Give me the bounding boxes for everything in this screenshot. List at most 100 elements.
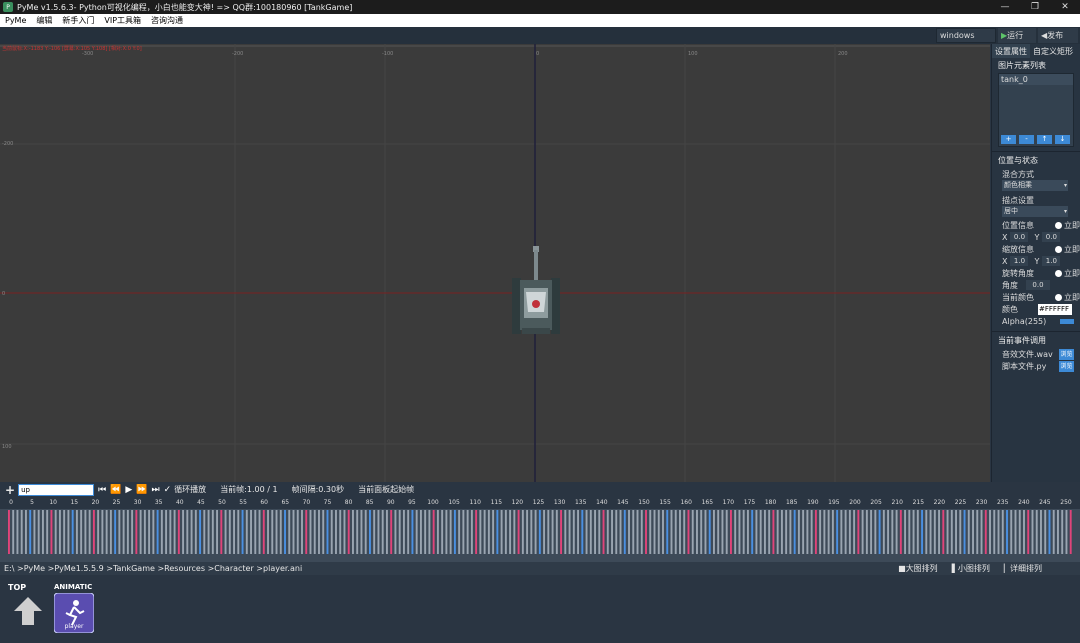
frame-cell[interactable] xyxy=(844,510,847,554)
frame-cell[interactable] xyxy=(725,510,728,554)
frame-cell[interactable] xyxy=(118,510,121,554)
frame-cell[interactable] xyxy=(92,510,95,554)
asset-player-animation[interactable]: ANIMATIC player xyxy=(54,581,94,633)
frame-cell[interactable] xyxy=(836,510,839,554)
frame-cell[interactable] xyxy=(1044,510,1047,554)
frame-cell[interactable] xyxy=(670,510,673,554)
pos-y-field[interactable]: 0.0 xyxy=(1042,232,1061,242)
frame-cell[interactable] xyxy=(802,510,805,554)
frame-cell[interactable] xyxy=(1014,510,1017,554)
frame-cell[interactable] xyxy=(819,510,822,554)
frame-cell[interactable] xyxy=(763,510,766,554)
scale-immediate-radio[interactable] xyxy=(1055,245,1062,253)
frame-cell[interactable] xyxy=(156,510,159,554)
color-immediate-radio[interactable] xyxy=(1055,293,1062,301)
frame-cell[interactable] xyxy=(1052,510,1055,554)
frame-cell[interactable] xyxy=(29,510,32,554)
frame-cell[interactable] xyxy=(411,510,414,554)
frame-cell[interactable] xyxy=(568,510,571,554)
frame-cell[interactable] xyxy=(959,510,962,554)
frame-cell[interactable] xyxy=(203,510,206,554)
frame-cell[interactable] xyxy=(925,510,928,554)
alpha-slider[interactable] xyxy=(1060,318,1074,324)
frame-cell[interactable] xyxy=(721,510,724,554)
tab-properties[interactable]: 设置属性 xyxy=(992,44,1030,58)
frame-cell[interactable] xyxy=(237,510,240,554)
frame-cell[interactable] xyxy=(165,510,168,554)
frame-cell[interactable] xyxy=(211,510,214,554)
frame-cell[interactable] xyxy=(143,510,146,554)
frame-cell[interactable] xyxy=(602,510,605,554)
run-button[interactable]: ▶运行 xyxy=(998,28,1036,43)
frame-cell[interactable] xyxy=(186,510,189,554)
breadcrumb-path[interactable]: E:\ >PyMe >PyMe1.5.5.9 >TankGame >Resour… xyxy=(0,564,302,573)
frame-cell[interactable] xyxy=(581,510,584,554)
frame-cell[interactable] xyxy=(492,510,495,554)
frame-cell[interactable] xyxy=(560,510,563,554)
frame-cell[interactable] xyxy=(262,510,265,554)
current-frame-cell[interactable] xyxy=(8,510,10,554)
frame-cell[interactable] xyxy=(989,510,991,554)
play-button[interactable]: ▶ xyxy=(125,485,132,495)
frame-cell[interactable] xyxy=(708,510,711,554)
panel-start-frame-label[interactable]: 当前面板起始帧 xyxy=(358,484,414,495)
frame-cell[interactable] xyxy=(309,510,312,554)
menu-pyme[interactable]: PyMe xyxy=(0,16,31,25)
list-item[interactable]: tank_0 xyxy=(999,74,1073,85)
close-button[interactable]: ✕ xyxy=(1050,0,1080,14)
frame-cell[interactable] xyxy=(504,510,507,554)
frame-cell[interactable] xyxy=(279,510,282,554)
timeline-frames[interactable]: 0 5 10 15 20 25 30 35 40 45 50 55 60 65 70 75 80 85 90 95 10… xyxy=(0,497,1080,562)
frame-cell[interactable] xyxy=(848,510,851,554)
tab-custom-rect[interactable]: 自定义矩形 xyxy=(1030,44,1076,58)
frame-cell[interactable] xyxy=(793,510,796,554)
frame-cell[interactable] xyxy=(513,510,516,554)
frame-cell[interactable] xyxy=(105,510,108,554)
frame-cell[interactable] xyxy=(131,510,134,554)
frame-cell[interactable] xyxy=(1040,510,1042,554)
frame-cell[interactable] xyxy=(938,510,941,554)
frame-cell[interactable] xyxy=(173,510,176,554)
frame-cell[interactable] xyxy=(470,510,473,554)
frame-cell[interactable] xyxy=(984,510,987,554)
frame-cell[interactable] xyxy=(126,510,129,554)
browse-script-button[interactable]: 浏览 xyxy=(1059,360,1074,372)
frame-cell[interactable] xyxy=(746,510,749,554)
move-down-button[interactable]: ↓ xyxy=(1055,135,1070,144)
frame-cell[interactable] xyxy=(538,510,541,554)
frame-cell[interactable] xyxy=(419,510,422,554)
frame-cell[interactable] xyxy=(385,510,388,554)
frame-cell[interactable] xyxy=(929,510,932,554)
frame-cell[interactable] xyxy=(458,510,461,554)
frame-cell[interactable] xyxy=(381,510,384,554)
menu-vip-tools[interactable]: VIP工具箱 xyxy=(99,15,146,26)
frame-cell[interactable] xyxy=(20,510,23,554)
frame-cell[interactable] xyxy=(734,510,737,554)
frame-cell[interactable] xyxy=(857,510,860,554)
frame-cell[interactable] xyxy=(717,510,720,554)
frame-cell[interactable] xyxy=(241,510,244,554)
move-up-button[interactable]: ↑ xyxy=(1037,135,1052,144)
frame-interval-label[interactable]: 帧间隔:0.30秒 xyxy=(292,484,345,495)
frame-cell[interactable] xyxy=(1048,510,1051,554)
frame-cell[interactable] xyxy=(135,510,138,554)
frame-cell[interactable] xyxy=(853,510,856,554)
last-frame-button[interactable]: ⏭ xyxy=(152,485,160,495)
frame-cell[interactable] xyxy=(436,510,439,554)
frame-cell[interactable] xyxy=(483,510,486,554)
frame-cell[interactable] xyxy=(466,510,469,554)
frame-cell[interactable] xyxy=(360,510,363,554)
frame-cell[interactable] xyxy=(75,510,78,554)
frame-cell[interactable] xyxy=(632,510,635,554)
frame-cell[interactable] xyxy=(776,510,779,554)
frame-cell[interactable] xyxy=(407,510,410,554)
frame-cell[interactable] xyxy=(517,510,520,554)
frame-cell[interactable] xyxy=(751,510,754,554)
frame-cell[interactable] xyxy=(398,510,401,554)
frame-cell[interactable] xyxy=(424,510,427,554)
maximize-button[interactable]: ❐ xyxy=(1020,0,1050,14)
frame-cell[interactable] xyxy=(1023,510,1025,554)
frame-cell[interactable] xyxy=(547,510,550,554)
frame-cell[interactable] xyxy=(326,510,329,554)
frame-cell[interactable] xyxy=(606,510,609,554)
